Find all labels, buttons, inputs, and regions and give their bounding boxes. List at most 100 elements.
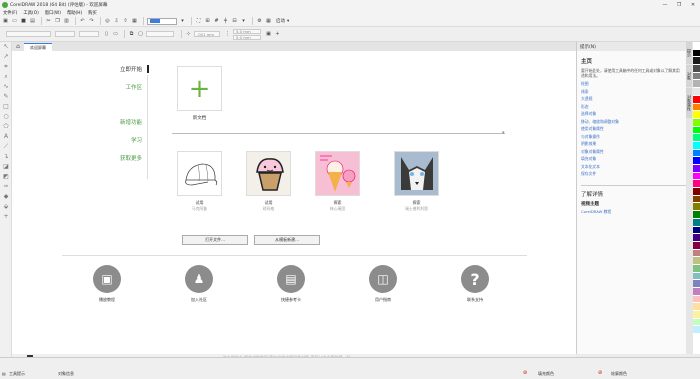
launch-label[interactable]: 启动 bbox=[276, 18, 285, 24]
palette-swatch[interactable] bbox=[693, 141, 700, 150]
palette-swatch[interactable] bbox=[693, 326, 700, 335]
resource-community-label[interactable]: 加入社区 bbox=[174, 297, 224, 303]
open-icon[interactable]: ▭ bbox=[11, 18, 18, 25]
paste-icon[interactable]: ▥ bbox=[63, 18, 70, 25]
all-pages-icon[interactable]: ⧉ bbox=[128, 31, 135, 38]
reference-card-icon[interactable]: ▤ bbox=[277, 265, 305, 293]
redo-icon[interactable]: ↷ bbox=[88, 18, 95, 25]
palette-swatch[interactable] bbox=[693, 318, 700, 327]
nav-item-workspace[interactable]: 工作区 bbox=[82, 83, 142, 91]
palette-swatch[interactable] bbox=[693, 134, 700, 142]
palette-swatch[interactable] bbox=[693, 103, 700, 112]
fill-none-icon[interactable]: ⊘ bbox=[523, 370, 527, 376]
page-width-field[interactable] bbox=[55, 31, 75, 37]
recent-card-cupcake[interactable] bbox=[246, 151, 291, 196]
print-icon[interactable]: ▤ bbox=[29, 18, 36, 25]
palette-swatch[interactable] bbox=[693, 42, 700, 50]
rulers-icon[interactable]: ⊞ bbox=[204, 18, 211, 25]
treat-as-filled-icon[interactable]: ▣ bbox=[265, 31, 272, 38]
menu-file[interactable]: 文件(F) bbox=[3, 10, 17, 16]
collapse-arrow-icon[interactable]: ▾ bbox=[502, 130, 505, 136]
resource-reference-label[interactable]: 快捷参考卡 bbox=[266, 297, 316, 303]
docker-link[interactable]: 保存文件 bbox=[581, 171, 686, 177]
import-icon[interactable]: ⇩ bbox=[113, 18, 120, 25]
docker-link[interactable]: 对象对象属性 bbox=[581, 149, 686, 155]
full-screen-icon[interactable]: ⛶ bbox=[195, 18, 202, 25]
outline-none-icon[interactable]: ⊘ bbox=[598, 370, 602, 376]
units-select[interactable] bbox=[146, 31, 174, 37]
duplicate-x-field[interactable]: 5.0 mm bbox=[233, 28, 261, 34]
nav-item-get-started[interactable]: 立即开始 bbox=[82, 65, 142, 73]
nav-item-learn[interactable]: 学习 bbox=[82, 136, 142, 144]
open-file-button[interactable]: 打开文件... bbox=[182, 235, 248, 245]
parallel-dimension-icon[interactable]: ⟋ bbox=[2, 143, 10, 151]
freehand-tool-icon[interactable]: ∿ bbox=[2, 83, 10, 91]
palette-swatch[interactable] bbox=[693, 80, 700, 89]
export-icon[interactable]: ⇧ bbox=[122, 18, 129, 25]
recent-card-husky[interactable] bbox=[394, 151, 439, 196]
cut-icon[interactable]: ✂ bbox=[45, 18, 52, 25]
portrait-icon[interactable]: ▯ bbox=[103, 31, 110, 38]
new-from-template-button[interactable]: 从模板新建... bbox=[254, 235, 320, 245]
nudge-distance-field[interactable]: .001 mm bbox=[194, 31, 220, 37]
docker-link[interactable]: 形态 bbox=[581, 104, 686, 110]
docker-link[interactable]: 阴影效果 bbox=[581, 141, 686, 147]
duplicate-y-field[interactable]: 5.0 mm bbox=[233, 34, 261, 40]
menu-buy[interactable]: 购买 bbox=[88, 10, 97, 16]
application-launcher-icon[interactable]: ▦ bbox=[265, 18, 272, 25]
zoom-tool-icon[interactable]: ⌕ bbox=[2, 73, 10, 81]
drop-shadow-icon[interactable]: ◪ bbox=[2, 163, 10, 171]
close-button[interactable]: ✕ bbox=[686, 2, 700, 8]
palette-swatch[interactable] bbox=[693, 88, 700, 96]
interactive-fill-icon[interactable]: ◆ bbox=[2, 193, 10, 201]
add-tool-icon[interactable]: + bbox=[2, 213, 10, 221]
palette-swatch[interactable] bbox=[693, 165, 700, 173]
tab-welcome-screen[interactable]: 欢迎屏幕 bbox=[24, 43, 52, 51]
publish-pdf-icon[interactable]: ▦ bbox=[131, 18, 138, 25]
grid-icon[interactable]: # bbox=[213, 18, 220, 25]
tutorial-link[interactable]: CorelDRAW 教程 bbox=[581, 209, 686, 215]
docker-link[interactable]: 移动、缩放和调整对象 bbox=[581, 119, 686, 125]
rectangle-tool-icon[interactable]: □ bbox=[2, 103, 10, 111]
palette-swatch[interactable] bbox=[693, 280, 700, 288]
crop-tool-icon[interactable]: ⌗ bbox=[2, 63, 10, 71]
maximize-button[interactable]: ❐ bbox=[672, 2, 686, 8]
search-content-icon[interactable]: ◎ bbox=[104, 18, 111, 25]
docker-link[interactable]: 填充对象 bbox=[581, 156, 686, 162]
current-page-icon[interactable]: ▢ bbox=[137, 31, 144, 38]
duplicate-distance-icon[interactable]: ⋮ bbox=[224, 31, 231, 38]
docker-link[interactable]: 选择对象 bbox=[581, 111, 686, 117]
docker-link[interactable]: 文本化文本 bbox=[581, 164, 686, 170]
monitor-icon[interactable]: ▣ bbox=[93, 265, 121, 293]
page-size-select[interactable] bbox=[6, 31, 51, 37]
shape-tool-icon[interactable]: ↗ bbox=[2, 53, 10, 61]
palette-swatch[interactable] bbox=[693, 211, 700, 219]
menu-help[interactable]: 帮助(H) bbox=[67, 10, 82, 16]
palette-swatch[interactable] bbox=[693, 118, 700, 127]
polygon-tool-icon[interactable]: ⬠ bbox=[2, 123, 10, 131]
eyedropper-icon[interactable]: ✑ bbox=[2, 183, 10, 191]
palette-swatch[interactable] bbox=[693, 157, 700, 165]
docker-link[interactable]: 大透视 bbox=[581, 96, 686, 102]
snap-dropdown-icon[interactable]: ▾ bbox=[240, 18, 247, 25]
community-icon[interactable]: ♟ bbox=[185, 265, 213, 293]
new-document-icon[interactable]: ▣ bbox=[2, 18, 9, 25]
docker-tab-hints[interactable]: 提示 bbox=[686, 42, 692, 64]
help-icon[interactable]: ? bbox=[461, 265, 489, 293]
palette-swatch[interactable] bbox=[693, 49, 700, 58]
resource-guide-label[interactable]: 用户指南 bbox=[358, 297, 408, 303]
recent-card-cap[interactable] bbox=[177, 151, 222, 196]
page-height-field[interactable] bbox=[79, 31, 99, 37]
snap-icon[interactable]: ⊟ bbox=[231, 18, 238, 25]
nav-item-get-more[interactable]: 获取更多 bbox=[82, 154, 142, 162]
palette-swatch[interactable] bbox=[693, 188, 700, 196]
docker-link[interactable]: 线条 bbox=[581, 89, 686, 95]
zoom-level-select[interactable] bbox=[147, 17, 177, 25]
palette-swatch[interactable] bbox=[693, 311, 700, 319]
palette-swatch[interactable] bbox=[693, 303, 700, 312]
docker-tab-objects[interactable]: 对象 bbox=[686, 65, 692, 87]
landscape-icon[interactable]: ▭ bbox=[112, 31, 119, 38]
new-document-tile[interactable]: + bbox=[177, 66, 222, 111]
palette-swatch[interactable] bbox=[693, 180, 700, 189]
docker-tab-object-properties[interactable]: 对象属性 bbox=[686, 88, 692, 118]
